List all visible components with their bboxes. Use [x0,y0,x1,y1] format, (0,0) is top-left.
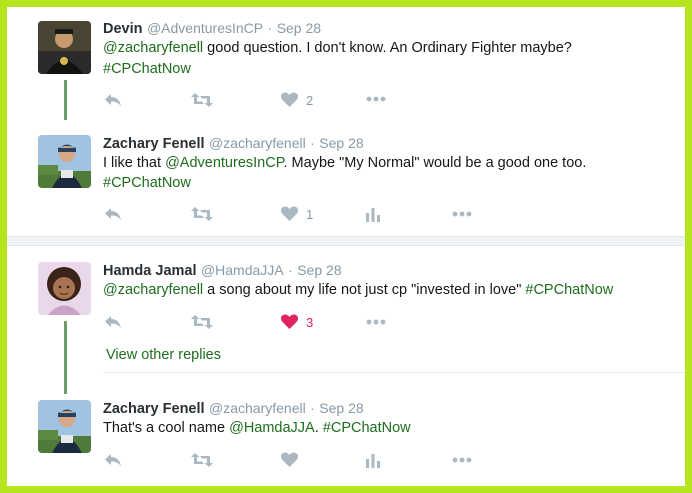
tweet-date[interactable]: Sep 28 [277,20,321,36]
mention-link[interactable]: @HamdaJJA [229,420,315,436]
display-name[interactable]: Zachary Fenell [103,401,205,417]
reply-button[interactable] [104,92,122,108]
reply-icon [105,94,121,106]
tweet-text: @zacharyfenell a song about my life not … [103,282,613,298]
retweet-button[interactable] [191,452,213,468]
like-button[interactable]: 1 [281,206,313,222]
retweet-icon [191,315,213,329]
more-icon [452,457,472,463]
reply-icon [105,316,121,328]
avatar-image [38,21,91,74]
separator-dot: · [310,135,315,151]
avatar[interactable] [38,400,91,453]
avatar-image [38,135,91,188]
tweet-text: @zacharyfenell good question. I don't kn… [103,40,572,56]
retweet-button[interactable] [191,314,213,330]
tweet-text-line2: #CPChatNow [103,61,191,77]
mention-link[interactable]: @zacharyfenell [103,282,203,298]
tweet-date[interactable]: Sep 28 [297,262,341,278]
retweet-icon [191,93,213,107]
like-button[interactable]: 3 [281,314,313,330]
retweet-icon [191,207,213,221]
retweet-icon [191,453,213,467]
tweet-text-part: . Maybe "My Normal" would be a good one … [283,155,587,171]
tweet-text-part: a song about my life not just cp "invest… [203,282,526,298]
view-other-replies-link[interactable]: View other replies [106,347,221,363]
avatar-image [38,262,91,315]
more-icon [452,211,472,217]
heart-icon [281,206,298,221]
mention-link[interactable]: @zacharyfenell [103,40,203,56]
tweet-header: Zachary Fenell @zacharyfenell · Sep 28 [103,135,364,153]
tweet-text-line2: #CPChatNow [103,175,191,191]
hashtag-link[interactable]: #CPChatNow [103,175,191,191]
reply-button[interactable] [104,206,122,222]
analytics-button[interactable] [366,206,380,222]
mention-link[interactable]: @AdventuresInCP [165,155,283,171]
like-count: 1 [306,206,314,222]
reply-icon [105,208,121,220]
hashtag-link[interactable]: #CPChatNow [525,282,613,298]
like-count: 3 [306,314,314,330]
hashtag-link[interactable]: #CPChatNow [323,420,411,436]
tweet-header: Zachary Fenell @zacharyfenell · Sep 28 [103,400,364,418]
analytics-icon [366,208,380,222]
divider [103,372,685,373]
tweet-text-part: good question. I don't know. An Ordinary… [203,40,572,56]
heart-icon [281,92,298,107]
tweet-date[interactable]: Sep 28 [319,400,363,416]
more-icon [366,319,386,325]
avatar[interactable] [38,21,91,74]
display-name[interactable]: Hamda Jamal [103,263,197,279]
analytics-icon [366,454,380,468]
user-handle[interactable]: @AdventuresInCP [147,20,263,36]
like-button[interactable]: 2 [281,92,313,108]
more-button[interactable] [366,319,386,325]
thread-line [64,80,67,120]
separator-dot: · [267,20,273,36]
separator-dot: · [288,262,293,278]
thread-line [64,321,67,394]
like-count: 2 [306,92,314,108]
tweet-header: Hamda Jamal @HamdaJJA · Sep 28 [103,262,342,280]
hashtag-link[interactable]: #CPChatNow [103,61,191,77]
separator-dot: · [310,400,315,416]
retweet-button[interactable] [191,206,213,222]
heart-icon [281,452,298,467]
conversation-separator [7,236,685,246]
user-handle[interactable]: @zacharyfenell [209,135,306,151]
reply-button[interactable] [104,314,122,330]
tweet-text-part: That's a cool name [103,420,230,436]
avatar-image [38,400,91,453]
avatar[interactable] [38,135,91,188]
tweet-date[interactable]: Sep 28 [319,135,363,151]
more-button[interactable] [366,96,386,102]
tweet-text: That's a cool name @HamdaJJA. #CPChatNow [103,420,411,436]
like-button[interactable] [281,452,298,468]
retweet-button[interactable] [191,92,213,108]
tweet-text-part: . [314,420,323,436]
tweet-text: I like that @AdventuresInCP. Maybe "My N… [103,155,586,171]
reply-button[interactable] [104,452,122,468]
reply-icon [105,454,121,466]
display-name[interactable]: Zachary Fenell [103,136,205,152]
avatar[interactable] [38,262,91,315]
display-name[interactable]: Devin [103,21,143,37]
more-icon [366,96,386,102]
user-handle[interactable]: @HamdaJJA [201,262,284,278]
more-button[interactable] [452,211,472,217]
tweet-header: Devin @AdventuresInCP · Sep 28 [103,20,321,38]
more-button[interactable] [452,457,472,463]
user-handle[interactable]: @zacharyfenell [209,400,306,416]
heart-icon [281,314,298,329]
tweet-text-part: I like that [103,155,166,171]
analytics-button[interactable] [366,452,380,468]
